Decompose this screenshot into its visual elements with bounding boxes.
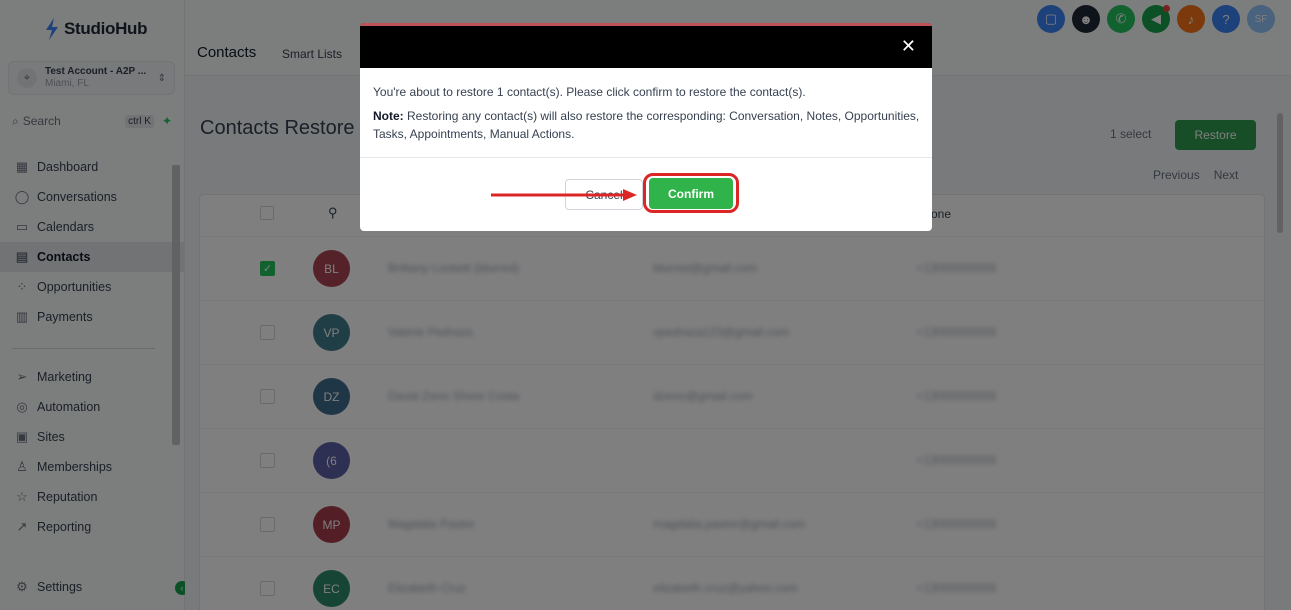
- confirm-button[interactable]: Confirm: [649, 178, 733, 209]
- modal-note: Note: Restoring any contact(s) will also…: [373, 107, 921, 143]
- annotation-arrow-icon: [491, 189, 637, 201]
- note-text: Restoring any contact(s) will also resto…: [373, 109, 920, 141]
- modal-message: You're about to restore 1 contact(s). Pl…: [373, 85, 806, 99]
- close-icon[interactable]: ✕: [901, 36, 916, 57]
- restore-confirm-modal: ✕ You're about to restore 1 contact(s). …: [360, 23, 932, 231]
- modal-divider: [360, 157, 932, 158]
- modal-header: ✕: [360, 23, 932, 68]
- modal-body: You're about to restore 1 contact(s). Pl…: [373, 83, 921, 149]
- note-label: Note:: [373, 109, 404, 123]
